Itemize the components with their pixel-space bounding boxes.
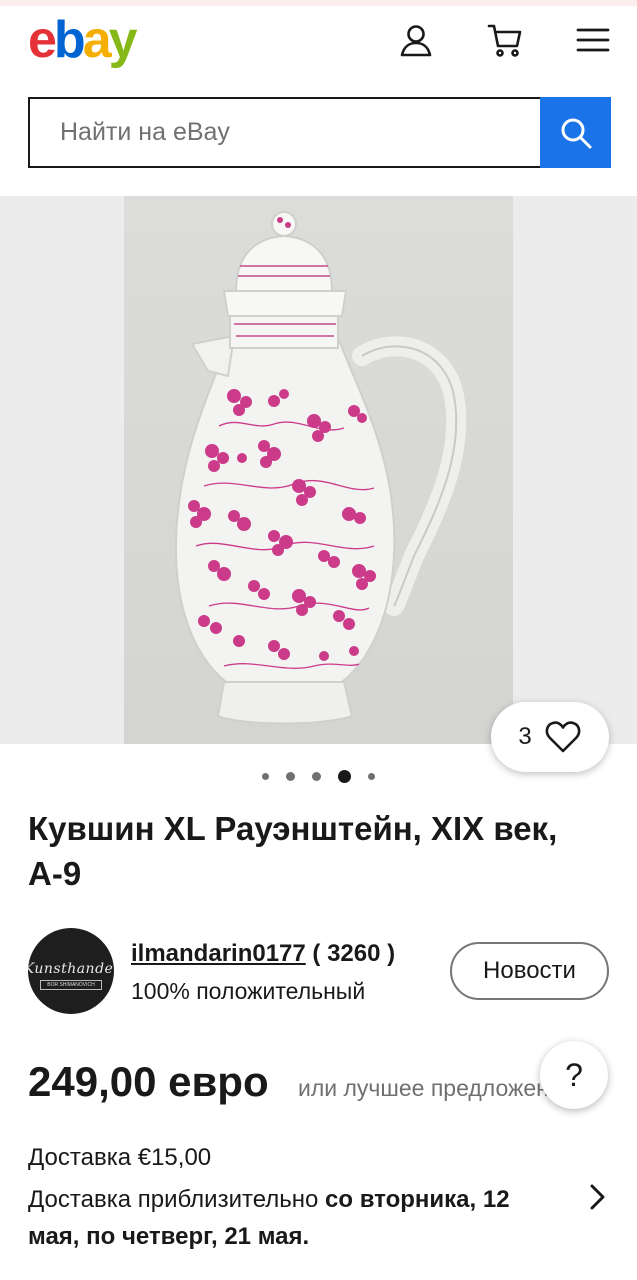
cart-icon[interactable]	[485, 20, 525, 60]
seller-score: ( 3260 )	[312, 940, 396, 967]
search-bar	[28, 97, 611, 168]
best-offer-label: или лучшее предложение	[298, 1075, 550, 1101]
watch-count: 3	[518, 723, 532, 750]
seller-name-link[interactable]: ilmandarin0177	[131, 940, 306, 967]
avatar-logo-script: Kunsthandel	[28, 960, 114, 977]
price: 249,00 евро	[28, 1058, 269, 1105]
seller-info: ilmandarin0177 ( 3260 )	[131, 940, 395, 968]
search-input[interactable]	[28, 97, 540, 168]
carousel-dot[interactable]	[312, 772, 321, 781]
search-icon	[561, 118, 591, 148]
chevron-right-icon[interactable]	[582, 1180, 612, 1214]
listing-title: Кувшин XL Рауэнштейн, XIX век, А-9	[28, 810, 558, 892]
help-button[interactable]: ?	[540, 1041, 608, 1109]
ebay-logo[interactable]: ebay	[28, 10, 138, 70]
logo-letter-a: a	[82, 11, 112, 69]
delivery-estimate-prefix: Доставка приблизительно	[28, 1186, 326, 1213]
carousel-dots	[262, 770, 375, 783]
logo-letter-y: y	[108, 11, 138, 69]
news-button[interactable]: Новости	[450, 942, 609, 1000]
product-photo[interactable]	[124, 196, 513, 744]
delivery-estimate[interactable]: Доставка приблизительно со вторника, 12 …	[28, 1181, 558, 1255]
heart-icon	[545, 721, 581, 753]
porcelain-jug-image	[174, 211, 467, 725]
carousel-dot[interactable]	[368, 773, 375, 780]
logo-letter-e: e	[28, 11, 57, 69]
watch-button[interactable]: 3	[491, 702, 609, 772]
header: ebay	[0, 6, 637, 74]
menu-icon[interactable]	[573, 20, 613, 60]
image-gallery[interactable]	[0, 196, 637, 744]
account-icon[interactable]	[396, 20, 436, 60]
carousel-dot[interactable]	[262, 773, 269, 780]
avatar-logo-sub: BOR SHIMANOVICH	[40, 979, 102, 990]
shipping-cost: Доставка €15,00	[28, 1144, 212, 1171]
carousel-dot-active[interactable]	[338, 770, 351, 783]
seller-feedback: 100% положительный	[131, 978, 366, 1004]
seller-avatar[interactable]: Kunsthandel BOR SHIMANOVICH	[28, 928, 114, 1014]
logo-letter-b: b	[53, 11, 86, 69]
search-button[interactable]	[540, 97, 611, 168]
carousel-dot[interactable]	[286, 772, 295, 781]
